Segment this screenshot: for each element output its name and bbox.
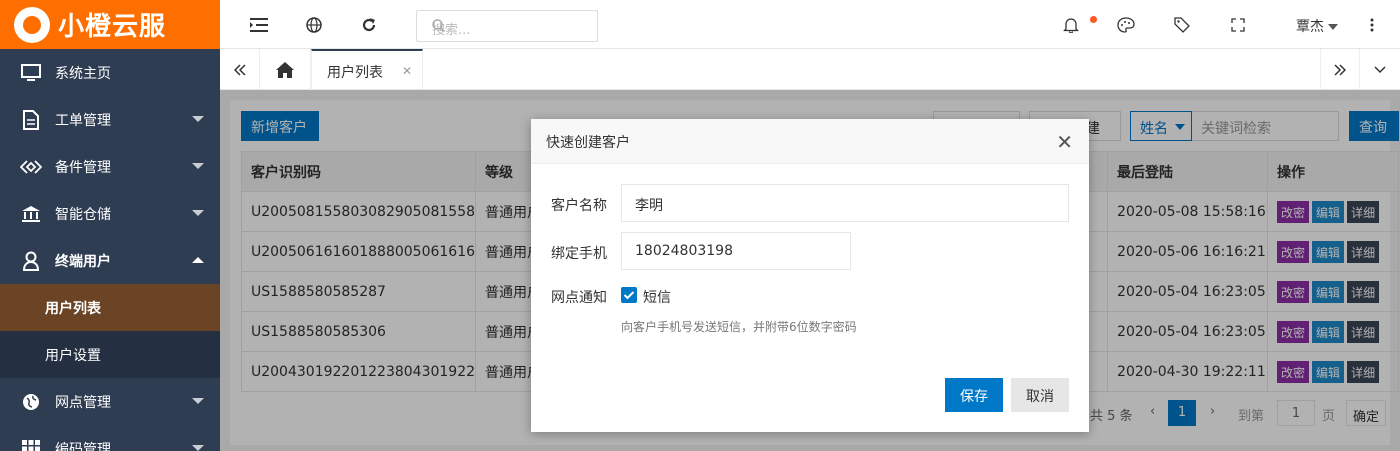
link-icon [20, 156, 42, 178]
chevron-down-icon[interactable] [1360, 49, 1400, 90]
sidebar-item-outlets[interactable]: 网点管理 [0, 378, 220, 425]
sidebar-subitem-user-list[interactable]: 用户列表 [0, 284, 220, 331]
sidebar-item-label: 编码管理 [55, 441, 111, 451]
sidebar-item-label: 终端用户 [55, 253, 111, 270]
sidebar-subitem-label: 用户设置 [45, 347, 101, 364]
name-field[interactable]: 李明 [621, 184, 1069, 222]
chevron-down-icon [192, 163, 204, 169]
top-header: 搜索... 覃杰 [220, 0, 1400, 49]
palette-icon[interactable] [1115, 14, 1137, 36]
sms-hint: 向客户手机号发送短信，并附带6位数字密码 [621, 320, 857, 334]
tab-bar: 用户列表 ✕ [220, 49, 1400, 90]
phone-label: 绑定手机 [551, 246, 607, 262]
tag-icon[interactable] [1171, 14, 1193, 36]
chevron-down-icon [192, 445, 204, 451]
chevron-down-icon [192, 398, 204, 404]
user-menu[interactable]: 覃杰 [1296, 16, 1338, 36]
quick-create-dialog: 快速创建客户 ✕ 客户名称 李明 绑定手机 18024803198 网点通知 短… [531, 119, 1089, 432]
sidebar-item-label: 备件管理 [55, 159, 111, 176]
user-icon [20, 250, 42, 272]
collapse-menu-icon[interactable] [248, 14, 270, 36]
sidebar-item-warehouse[interactable]: 智能仓储 [0, 190, 220, 237]
grid-icon [20, 438, 42, 451]
sidebar: 小橙云服 系统主页 工单管理 备件管理 智能仓储 终端用户 用户列表 用户设置 … [0, 0, 220, 451]
search-icon [432, 19, 588, 36]
close-icon[interactable]: ✕ [1056, 132, 1073, 152]
globe-icon [20, 391, 42, 413]
sidebar-subitem-user-settings[interactable]: 用户设置 [0, 331, 220, 378]
sms-checkbox[interactable] [621, 287, 637, 303]
app-logo[interactable]: 小橙云服 [0, 0, 220, 49]
bank-icon [20, 203, 42, 225]
sidebar-item-label: 系统主页 [55, 65, 111, 82]
home-icon[interactable] [260, 49, 311, 90]
document-icon [20, 109, 42, 131]
chevron-down-icon [192, 210, 204, 216]
sidebar-item-endusers[interactable]: 终端用户 [0, 237, 220, 284]
fullscreen-icon[interactable] [1227, 14, 1249, 36]
username: 覃杰 [1296, 19, 1324, 35]
tab-label: 用户列表 [327, 65, 383, 81]
more-vertical-icon[interactable] [1361, 14, 1383, 36]
sidebar-item-label: 网点管理 [55, 394, 111, 411]
sidebar-item-label: 工单管理 [55, 112, 111, 129]
tab-user-list[interactable]: 用户列表 ✕ [311, 49, 423, 90]
sidebar-item-parts[interactable]: 备件管理 [0, 143, 220, 190]
dialog-title: 快速创建客户 [531, 119, 1089, 164]
caret-down-icon [1328, 24, 1338, 30]
search-input[interactable]: 搜索... [416, 10, 598, 42]
bell-icon[interactable] [1060, 14, 1082, 36]
logo-icon [14, 6, 50, 43]
sms-label[interactable]: 短信 [643, 287, 671, 307]
sidebar-item-label: 智能仓储 [55, 206, 111, 223]
sidebar-item-home[interactable]: 系统主页 [0, 49, 220, 96]
refresh-icon[interactable] [358, 14, 380, 36]
name-label: 客户名称 [551, 198, 607, 214]
sidebar-item-codes[interactable]: 编码管理 [0, 425, 220, 451]
sidebar-item-orders[interactable]: 工单管理 [0, 96, 220, 143]
cancel-button[interactable]: 取消 [1011, 378, 1069, 412]
notify-label: 网点通知 [551, 290, 607, 306]
tab-scroll-left-icon[interactable] [220, 49, 260, 90]
notification-dot [1090, 16, 1097, 23]
tab-scroll-right-icon[interactable] [1320, 49, 1360, 90]
sidebar-subitem-label: 用户列表 [45, 300, 101, 317]
phone-field[interactable]: 18024803198 [621, 232, 851, 270]
chevron-down-icon [192, 116, 204, 122]
globe-icon[interactable] [303, 14, 325, 36]
app-name: 小橙云服 [58, 12, 167, 42]
save-button[interactable]: 保存 [945, 378, 1003, 412]
monitor-icon [20, 62, 42, 84]
close-icon[interactable]: ✕ [402, 64, 412, 78]
chevron-up-icon [192, 257, 204, 263]
